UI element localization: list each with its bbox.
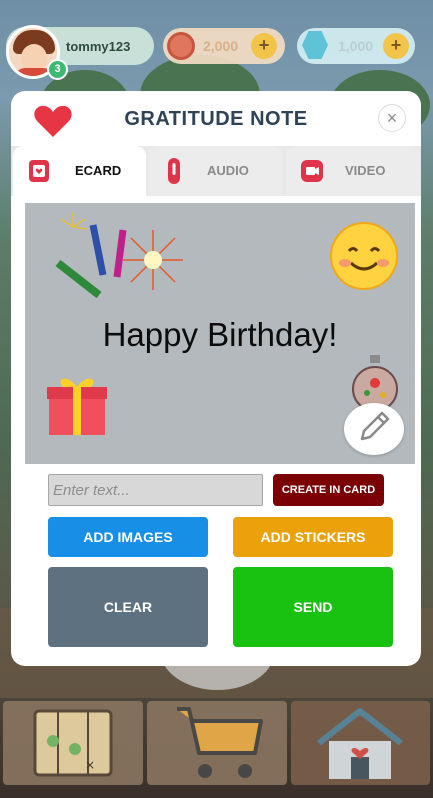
tab-bar: ECARD AUDIO VIDEO [11,146,421,196]
tab-audio-label: AUDIO [207,163,249,178]
fireworks-icon[interactable] [33,205,193,305]
shopping-cart-icon [177,707,263,778]
add-stickers-button[interactable]: ADD STICKERS [233,517,393,557]
svg-text:×: × [85,758,95,772]
tab-audio[interactable]: AUDIO [148,146,283,196]
nav-shop-button[interactable] [147,701,287,785]
ecard-canvas[interactable]: Happy Birthday! [25,203,415,464]
ecard-icon [29,160,49,182]
tab-ecard[interactable]: ECARD [13,146,146,196]
map-icon: × [33,709,113,777]
coins-value: 2,000 [203,38,239,54]
tab-video[interactable]: VIDEO [286,146,420,196]
smiley-face-icon[interactable] [329,221,399,291]
microphone-icon [168,158,180,184]
tab-video-label: VIDEO [345,163,386,178]
add-images-button[interactable]: ADD IMAGES [48,517,208,557]
modal-title: GRATITUDE NOTE [124,108,308,130]
coin-icon [167,32,195,60]
home-icon [317,708,403,779]
close-button[interactable]: × [378,104,406,132]
modal-header: GRATITUDE NOTE × [11,91,421,147]
video-camera-icon [301,160,323,182]
username: tommy123 [66,39,131,54]
edit-pencil-button[interactable] [344,403,404,455]
level-badge: 3 [47,59,68,80]
nav-map-button[interactable]: × [3,701,143,785]
nav-home-button[interactable] [291,701,430,785]
gratitude-note-modal: GRATITUDE NOTE × ECARD AUDIO VIDEO Happy… [11,91,421,666]
tab-ecard-label: ECARD [75,163,122,178]
pencil-icon [360,411,390,441]
clear-button[interactable]: CLEAR [48,567,208,647]
create-in-card-button[interactable]: CREATE IN CARD [273,474,384,506]
send-button[interactable]: SEND [233,567,393,647]
gems-value: 1,000 [338,38,374,54]
add-coins-button[interactable]: + [251,33,277,59]
gift-box-icon[interactable] [45,371,109,437]
card-message[interactable]: Happy Birthday! [25,316,415,354]
card-text-input[interactable] [48,474,263,506]
add-gems-button[interactable]: + [383,33,409,59]
